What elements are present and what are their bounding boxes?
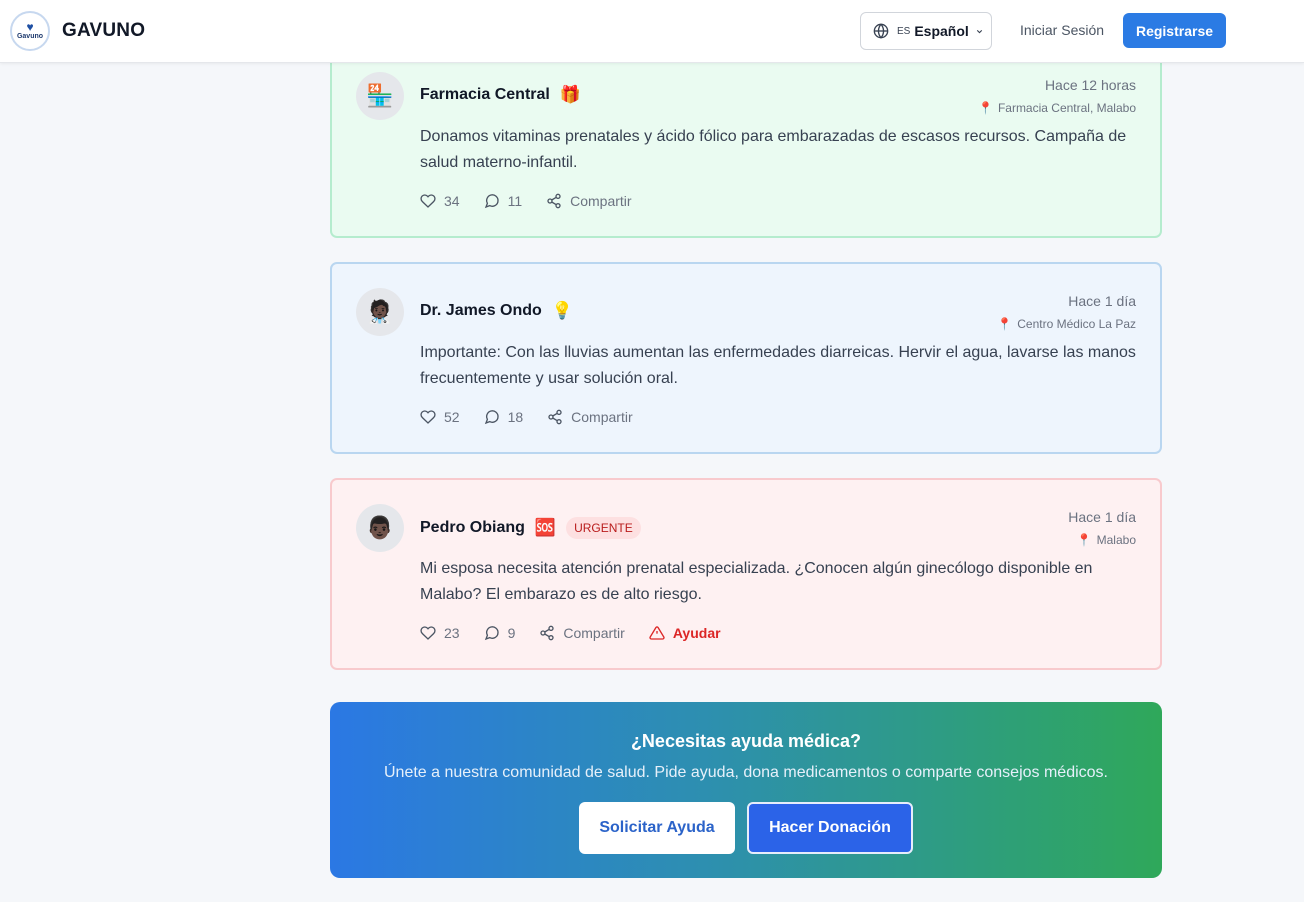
author-name[interactable]: Pedro Obiang	[420, 519, 525, 537]
globe-icon	[873, 23, 889, 39]
like-button[interactable]: 34	[420, 193, 460, 209]
share-icon	[540, 625, 555, 641]
language-name: Español	[914, 23, 969, 39]
map-pin-icon: 📍	[997, 317, 1013, 331]
share-button[interactable]: Compartir	[547, 409, 633, 425]
post-time: Hace 1 día	[1068, 293, 1136, 309]
chevron-down-icon	[976, 29, 982, 33]
register-button[interactable]: Registrarse	[1123, 13, 1226, 48]
logo[interactable]: ♥ Gavuno	[10, 11, 50, 51]
share-button[interactable]: Compartir	[539, 625, 625, 641]
comment-icon	[484, 410, 499, 425]
top-header: ♥ Gavuno GAVUNO ES Español Iniciar Sesió…	[0, 0, 1304, 63]
share-label: Compartir	[571, 409, 633, 425]
logo-heart-icon: ♥	[26, 20, 34, 34]
language-selector[interactable]: ES Español	[860, 12, 992, 50]
share-label: Compartir	[570, 193, 632, 209]
share-label: Compartir	[563, 625, 625, 641]
like-button[interactable]: 23	[420, 625, 460, 641]
comment-button[interactable]: 9	[484, 625, 516, 641]
comment-icon	[484, 626, 499, 641]
comment-icon	[484, 194, 499, 209]
urgent-badge: URGENTE	[566, 517, 641, 539]
lightbulb-icon: 💡	[551, 301, 573, 320]
post-actions: 52 18 Compartir	[420, 409, 657, 425]
map-pin-icon: 📍	[977, 101, 993, 115]
login-link[interactable]: Iniciar Sesión	[1020, 22, 1104, 38]
heart-icon	[420, 626, 436, 640]
sos-icon: 🆘	[534, 518, 557, 537]
cta-subtitle: Únete a nuestra comunidad de salud. Pide…	[384, 764, 1108, 781]
post-time: Hace 1 día	[1068, 509, 1136, 525]
share-icon	[548, 409, 562, 425]
logo-text: Gavuno	[16, 33, 44, 40]
cta-banner: ¿Necesitas ayuda médica? Únete a nuestra…	[330, 702, 1162, 878]
avatar[interactable]: 🏪	[356, 72, 404, 120]
heart-icon	[420, 410, 436, 424]
help-label: Ayudar	[672, 625, 721, 641]
post-content: Importante: Con las lluvias aumentan las…	[420, 344, 1136, 387]
avatar[interactable]: 🧑🏿‍⚕️	[356, 288, 404, 336]
post-card: 🏪 Farmacia Central 🎁 Hace 12 horas 📍 Far…	[330, 50, 1162, 238]
post-card: 👨🏿 Pedro Obiang 🆘 URGENTE Hace 1 día 📍 M…	[330, 478, 1162, 670]
language-code: ES	[897, 25, 911, 37]
author-name[interactable]: Farmacia Central	[420, 86, 550, 104]
post-author: Dr. James Ondo 💡	[420, 301, 573, 321]
post-location: 📍 Centro Médico La Paz	[997, 317, 1136, 331]
comment-button[interactable]: 11	[484, 193, 523, 209]
request-help-button[interactable]: Solicitar Ayuda	[579, 802, 735, 854]
help-button[interactable]: Ayudar	[649, 625, 721, 641]
post-location: 📍 Farmacia Central, Malabo	[978, 101, 1136, 115]
post-actions: 23 9 Compartir Ayudar	[420, 625, 745, 641]
post-content: Mi esposa necesita atención prenatal esp…	[420, 560, 1093, 603]
location-text: Farmacia Central, Malabo	[997, 101, 1136, 115]
warning-triangle-icon	[649, 626, 665, 640]
post-actions: 34 11 Compartir	[420, 193, 656, 209]
post-time: Hace 12 horas	[1044, 77, 1136, 93]
comment-button[interactable]: 18	[484, 409, 524, 425]
brand-name[interactable]: GAVUNO	[62, 20, 145, 42]
comment-count: 9	[507, 625, 516, 641]
comment-count: 18	[507, 409, 524, 425]
post-content: Donamos vitaminas prenatales y ácido fól…	[420, 128, 1127, 171]
like-count: 34	[444, 193, 460, 209]
map-pin-icon: 📍	[1076, 533, 1092, 547]
like-button[interactable]: 52	[420, 409, 460, 425]
comment-count: 11	[507, 193, 523, 209]
location-text: Centro Médico La Paz	[1017, 317, 1136, 331]
donate-button[interactable]: Hacer Donación	[747, 802, 913, 854]
like-count: 52	[444, 409, 460, 425]
cta-title: ¿Necesitas ayuda médica?	[630, 731, 862, 751]
post-author: Farmacia Central 🎁	[420, 85, 581, 105]
share-icon	[547, 193, 561, 209]
post-location: 📍 Malabo	[1077, 533, 1136, 547]
avatar[interactable]: 👨🏿	[356, 504, 404, 552]
like-count: 23	[444, 625, 460, 641]
heart-icon	[420, 194, 436, 208]
share-button[interactable]: Compartir	[546, 193, 632, 209]
post-card: 🧑🏿‍⚕️ Dr. James Ondo 💡 Hace 1 día 📍 Cent…	[330, 262, 1162, 454]
author-name[interactable]: Dr. James Ondo	[420, 302, 542, 320]
gift-icon: 🎁	[559, 85, 582, 104]
post-author: Pedro Obiang 🆘 URGENTE	[420, 517, 641, 539]
location-text: Malabo	[1096, 533, 1136, 547]
